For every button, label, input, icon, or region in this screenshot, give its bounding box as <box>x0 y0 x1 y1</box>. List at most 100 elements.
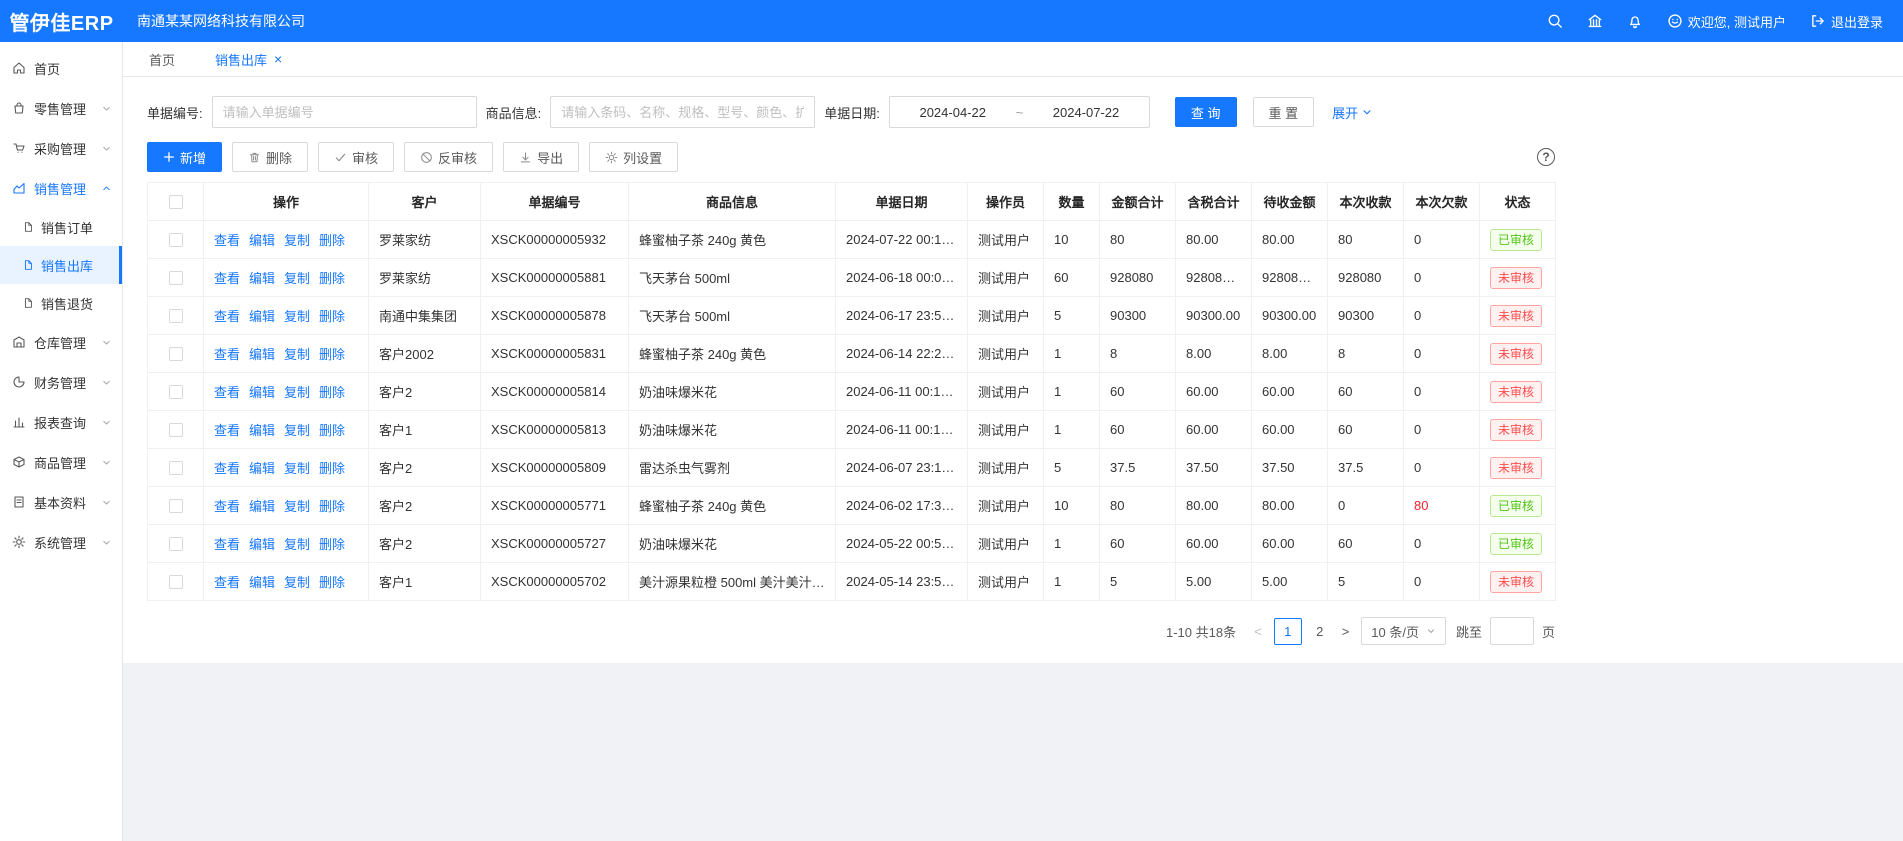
view-link[interactable]: 查看 <box>214 499 240 514</box>
unaudit-button[interactable]: 反审核 <box>404 142 493 172</box>
page-size-select[interactable]: 10 条/页 <box>1361 617 1446 645</box>
cell-tax_total: 37.50 <box>1176 449 1252 487</box>
row-checkbox[interactable] <box>169 385 183 399</box>
search-icon[interactable] <box>1547 13 1563 29</box>
view-link[interactable]: 查看 <box>214 461 240 476</box>
delete-link[interactable]: 删除 <box>319 233 345 248</box>
cell-received: 60 <box>1328 411 1404 449</box>
copy-link[interactable]: 复制 <box>284 423 310 438</box>
view-link[interactable]: 查看 <box>214 271 240 286</box>
sidebar-item-warehouse-management[interactable]: 仓库管理 <box>0 322 122 362</box>
logout-button[interactable]: 退出登录 <box>1810 12 1883 31</box>
view-link[interactable]: 查看 <box>214 575 240 590</box>
delete-link[interactable]: 删除 <box>319 423 345 438</box>
delete-link[interactable]: 删除 <box>319 575 345 590</box>
order-no-input[interactable] <box>212 96 477 128</box>
sidebar-item-sales-return[interactable]: 销售退货 <box>0 284 122 322</box>
sidebar-item-system-management[interactable]: 系统管理 <box>0 522 122 562</box>
help-icon[interactable]: ? <box>1537 148 1555 166</box>
column-settings-button[interactable]: 列设置 <box>589 142 678 172</box>
jump-page-input[interactable] <box>1490 617 1534 645</box>
delete-link[interactable]: 删除 <box>319 537 345 552</box>
chevron-down-icon <box>1426 626 1436 636</box>
copy-link[interactable]: 复制 <box>284 575 310 590</box>
delete-link[interactable]: 删除 <box>319 271 345 286</box>
sidebar-item-purchase-management[interactable]: 采购管理 <box>0 128 122 168</box>
sidebar-item-product-management[interactable]: 商品管理 <box>0 442 122 482</box>
delete-link[interactable]: 删除 <box>319 309 345 324</box>
row-checkbox[interactable] <box>169 461 183 475</box>
cell-order_no: XSCK00000005881 <box>481 259 629 297</box>
page-button-1[interactable]: 1 <box>1274 618 1302 645</box>
row-checkbox[interactable] <box>169 233 183 247</box>
edit-link[interactable]: 编辑 <box>249 271 275 286</box>
sidebar-item-finance-management[interactable]: 财务管理 <box>0 362 122 402</box>
export-button[interactable]: 导出 <box>503 142 579 172</box>
edit-link[interactable]: 编辑 <box>249 233 275 248</box>
edit-link[interactable]: 编辑 <box>249 423 275 438</box>
sidebar-item-sales-order[interactable]: 销售订单 <box>0 208 122 246</box>
edit-link[interactable]: 编辑 <box>249 575 275 590</box>
product-info-input[interactable] <box>550 96 815 128</box>
tab-home[interactable]: 首页 <box>149 42 175 76</box>
view-link[interactable]: 查看 <box>214 233 240 248</box>
row-checkbox[interactable] <box>169 347 183 361</box>
copy-link[interactable]: 复制 <box>284 537 310 552</box>
sidebar-item-basic-data[interactable]: 基本资料 <box>0 482 122 522</box>
cell-receivable: 5.00 <box>1252 563 1328 601</box>
sidebar-item-sales-management[interactable]: 销售管理 <box>0 168 122 208</box>
close-icon[interactable]: × <box>274 52 282 66</box>
edit-link[interactable]: 编辑 <box>249 499 275 514</box>
copy-link[interactable]: 复制 <box>284 385 310 400</box>
copy-link[interactable]: 复制 <box>284 233 310 248</box>
home-shortcut-icon[interactable] <box>1587 13 1603 29</box>
date-to-value[interactable]: 2024-07-22 <box>1053 105 1120 120</box>
add-button[interactable]: 新增 <box>147 142 222 172</box>
row-checkbox[interactable] <box>169 423 183 437</box>
view-link[interactable]: 查看 <box>214 423 240 438</box>
page-button-2[interactable]: 2 <box>1310 618 1330 645</box>
row-checkbox[interactable] <box>169 537 183 551</box>
sidebar-item-retail-management[interactable]: 零售管理 <box>0 88 122 128</box>
view-link[interactable]: 查看 <box>214 309 240 324</box>
prev-page-button[interactable]: < <box>1252 624 1264 639</box>
sidebar-item-home[interactable]: 首页 <box>0 48 122 88</box>
view-link[interactable]: 查看 <box>214 385 240 400</box>
sidebar-item-report-query[interactable]: 报表查询 <box>0 402 122 442</box>
view-link[interactable]: 查看 <box>214 347 240 362</box>
search-button[interactable]: 查 询 <box>1175 97 1237 127</box>
date-from-value[interactable]: 2024-04-22 <box>919 105 986 120</box>
edit-link[interactable]: 编辑 <box>249 537 275 552</box>
edit-link[interactable]: 编辑 <box>249 385 275 400</box>
next-page-button[interactable]: > <box>1340 624 1352 639</box>
delete-link[interactable]: 删除 <box>319 385 345 400</box>
edit-link[interactable]: 编辑 <box>249 461 275 476</box>
cell-product: 奶油味爆米花 <box>629 411 836 449</box>
audit-button[interactable]: 审核 <box>318 142 394 172</box>
view-link[interactable]: 查看 <box>214 537 240 552</box>
row-checkbox[interactable] <box>169 309 183 323</box>
date-range-picker[interactable]: 2024-04-22 ~ 2024-07-22 <box>889 96 1150 128</box>
row-checkbox[interactable] <box>169 271 183 285</box>
notification-bell-icon[interactable] <box>1627 13 1643 29</box>
copy-link[interactable]: 复制 <box>284 309 310 324</box>
reset-button[interactable]: 重 置 <box>1253 97 1315 127</box>
copy-link[interactable]: 复制 <box>284 461 310 476</box>
row-checkbox[interactable] <box>169 575 183 589</box>
copy-link[interactable]: 复制 <box>284 499 310 514</box>
delete-button[interactable]: 删除 <box>232 142 308 172</box>
delete-link[interactable]: 删除 <box>319 347 345 362</box>
tab-sales-outbound[interactable]: 销售出库× <box>215 42 282 76</box>
delete-link[interactable]: 删除 <box>319 461 345 476</box>
cell-operator: 测试用户 <box>968 411 1044 449</box>
delete-link[interactable]: 删除 <box>319 499 345 514</box>
user-menu[interactable]: 欢迎您, 测试用户 <box>1667 12 1786 31</box>
select-all-checkbox[interactable] <box>169 195 183 209</box>
expand-toggle[interactable]: 展开 <box>1332 103 1373 122</box>
copy-link[interactable]: 复制 <box>284 271 310 286</box>
copy-link[interactable]: 复制 <box>284 347 310 362</box>
edit-link[interactable]: 编辑 <box>249 309 275 324</box>
sidebar-item-sales-outbound[interactable]: 销售出库 <box>0 246 122 284</box>
edit-link[interactable]: 编辑 <box>249 347 275 362</box>
row-checkbox[interactable] <box>169 499 183 513</box>
